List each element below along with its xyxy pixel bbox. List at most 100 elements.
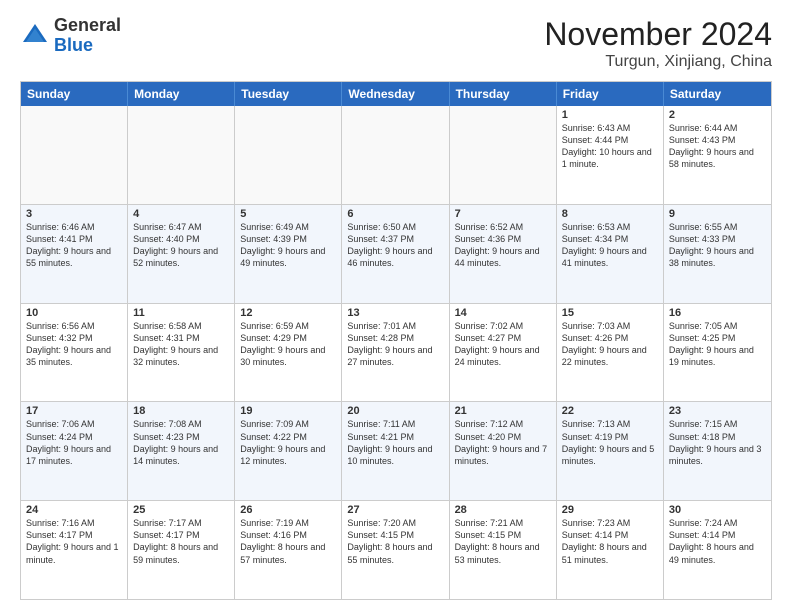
day-num-1-1: 4 xyxy=(133,208,229,220)
cal-cell-2-0: 10Sunrise: 6:56 AM Sunset: 4:32 PM Dayli… xyxy=(21,304,128,402)
day-num-2-1: 11 xyxy=(133,307,229,319)
cal-row-0: 1Sunrise: 6:43 AM Sunset: 4:44 PM Daylig… xyxy=(21,106,771,204)
cell-info-1-0: Sunrise: 6:46 AM Sunset: 4:41 PM Dayligh… xyxy=(26,221,122,270)
day-num-4-6: 30 xyxy=(669,504,766,516)
day-num-2-2: 12 xyxy=(240,307,336,319)
day-num-3-0: 17 xyxy=(26,405,122,417)
header-thursday: Thursday xyxy=(450,82,557,106)
cal-cell-4-2: 26Sunrise: 7:19 AM Sunset: 4:16 PM Dayli… xyxy=(235,501,342,599)
cal-cell-1-1: 4Sunrise: 6:47 AM Sunset: 4:40 PM Daylig… xyxy=(128,205,235,303)
month-title: November 2024 xyxy=(544,16,772,53)
header-tuesday: Tuesday xyxy=(235,82,342,106)
cell-info-1-5: Sunrise: 6:53 AM Sunset: 4:34 PM Dayligh… xyxy=(562,221,658,270)
cell-info-3-2: Sunrise: 7:09 AM Sunset: 4:22 PM Dayligh… xyxy=(240,418,336,467)
cal-cell-1-6: 9Sunrise: 6:55 AM Sunset: 4:33 PM Daylig… xyxy=(664,205,771,303)
cal-cell-3-4: 21Sunrise: 7:12 AM Sunset: 4:20 PM Dayli… xyxy=(450,402,557,500)
title-block: November 2024 Turgun, Xinjiang, China xyxy=(544,16,772,71)
day-num-4-3: 27 xyxy=(347,504,443,516)
day-num-1-3: 6 xyxy=(347,208,443,220)
cal-cell-3-3: 20Sunrise: 7:11 AM Sunset: 4:21 PM Dayli… xyxy=(342,402,449,500)
day-num-3-2: 19 xyxy=(240,405,336,417)
logo: General Blue xyxy=(20,16,121,56)
day-num-1-4: 7 xyxy=(455,208,551,220)
logo-general: General xyxy=(54,15,121,35)
cal-cell-3-1: 18Sunrise: 7:08 AM Sunset: 4:23 PM Dayli… xyxy=(128,402,235,500)
day-num-4-4: 28 xyxy=(455,504,551,516)
location: Turgun, Xinjiang, China xyxy=(544,53,772,71)
day-num-1-5: 8 xyxy=(562,208,658,220)
day-num-3-1: 18 xyxy=(133,405,229,417)
cal-row-3: 17Sunrise: 7:06 AM Sunset: 4:24 PM Dayli… xyxy=(21,401,771,500)
header-wednesday: Wednesday xyxy=(342,82,449,106)
cal-row-4: 24Sunrise: 7:16 AM Sunset: 4:17 PM Dayli… xyxy=(21,500,771,599)
cell-info-3-4: Sunrise: 7:12 AM Sunset: 4:20 PM Dayligh… xyxy=(455,418,551,467)
cell-info-4-3: Sunrise: 7:20 AM Sunset: 4:15 PM Dayligh… xyxy=(347,517,443,566)
cell-info-4-4: Sunrise: 7:21 AM Sunset: 4:15 PM Dayligh… xyxy=(455,517,551,566)
day-num-1-6: 9 xyxy=(669,208,766,220)
cal-cell-0-2 xyxy=(235,106,342,204)
day-num-2-3: 13 xyxy=(347,307,443,319)
cal-cell-1-0: 3Sunrise: 6:46 AM Sunset: 4:41 PM Daylig… xyxy=(21,205,128,303)
cal-cell-0-4 xyxy=(450,106,557,204)
cal-cell-0-6: 2Sunrise: 6:44 AM Sunset: 4:43 PM Daylig… xyxy=(664,106,771,204)
day-num-3-3: 20 xyxy=(347,405,443,417)
cal-cell-0-0 xyxy=(21,106,128,204)
day-num-4-1: 25 xyxy=(133,504,229,516)
cal-cell-2-2: 12Sunrise: 6:59 AM Sunset: 4:29 PM Dayli… xyxy=(235,304,342,402)
day-num-2-0: 10 xyxy=(26,307,122,319)
cal-cell-4-3: 27Sunrise: 7:20 AM Sunset: 4:15 PM Dayli… xyxy=(342,501,449,599)
cell-info-1-3: Sunrise: 6:50 AM Sunset: 4:37 PM Dayligh… xyxy=(347,221,443,270)
page: General Blue November 2024 Turgun, Xinji… xyxy=(0,0,792,612)
cell-info-1-1: Sunrise: 6:47 AM Sunset: 4:40 PM Dayligh… xyxy=(133,221,229,270)
logo-icon xyxy=(20,21,50,51)
day-num-0-5: 1 xyxy=(562,109,658,121)
day-num-4-0: 24 xyxy=(26,504,122,516)
cell-info-4-2: Sunrise: 7:19 AM Sunset: 4:16 PM Dayligh… xyxy=(240,517,336,566)
day-num-0-6: 2 xyxy=(669,109,766,121)
cal-cell-3-6: 23Sunrise: 7:15 AM Sunset: 4:18 PM Dayli… xyxy=(664,402,771,500)
cal-cell-1-5: 8Sunrise: 6:53 AM Sunset: 4:34 PM Daylig… xyxy=(557,205,664,303)
cell-info-2-5: Sunrise: 7:03 AM Sunset: 4:26 PM Dayligh… xyxy=(562,320,658,369)
cal-cell-3-0: 17Sunrise: 7:06 AM Sunset: 4:24 PM Dayli… xyxy=(21,402,128,500)
logo-blue: Blue xyxy=(54,35,93,55)
cell-info-3-6: Sunrise: 7:15 AM Sunset: 4:18 PM Dayligh… xyxy=(669,418,766,467)
day-num-1-0: 3 xyxy=(26,208,122,220)
cal-cell-1-2: 5Sunrise: 6:49 AM Sunset: 4:39 PM Daylig… xyxy=(235,205,342,303)
cell-info-3-0: Sunrise: 7:06 AM Sunset: 4:24 PM Dayligh… xyxy=(26,418,122,467)
cal-cell-4-5: 29Sunrise: 7:23 AM Sunset: 4:14 PM Dayli… xyxy=(557,501,664,599)
cal-row-1: 3Sunrise: 6:46 AM Sunset: 4:41 PM Daylig… xyxy=(21,204,771,303)
cal-row-2: 10Sunrise: 6:56 AM Sunset: 4:32 PM Dayli… xyxy=(21,303,771,402)
cal-cell-0-5: 1Sunrise: 6:43 AM Sunset: 4:44 PM Daylig… xyxy=(557,106,664,204)
cell-info-4-5: Sunrise: 7:23 AM Sunset: 4:14 PM Dayligh… xyxy=(562,517,658,566)
calendar-header: Sunday Monday Tuesday Wednesday Thursday… xyxy=(21,82,771,106)
logo-text: General Blue xyxy=(54,16,121,56)
day-num-3-5: 22 xyxy=(562,405,658,417)
cal-cell-3-5: 22Sunrise: 7:13 AM Sunset: 4:19 PM Dayli… xyxy=(557,402,664,500)
cell-info-2-1: Sunrise: 6:58 AM Sunset: 4:31 PM Dayligh… xyxy=(133,320,229,369)
cal-cell-2-4: 14Sunrise: 7:02 AM Sunset: 4:27 PM Dayli… xyxy=(450,304,557,402)
day-num-4-2: 26 xyxy=(240,504,336,516)
cell-info-1-6: Sunrise: 6:55 AM Sunset: 4:33 PM Dayligh… xyxy=(669,221,766,270)
header-sunday: Sunday xyxy=(21,82,128,106)
header-monday: Monday xyxy=(128,82,235,106)
day-num-3-4: 21 xyxy=(455,405,551,417)
cal-cell-1-4: 7Sunrise: 6:52 AM Sunset: 4:36 PM Daylig… xyxy=(450,205,557,303)
day-num-4-5: 29 xyxy=(562,504,658,516)
cell-info-1-2: Sunrise: 6:49 AM Sunset: 4:39 PM Dayligh… xyxy=(240,221,336,270)
cal-cell-0-3 xyxy=(342,106,449,204)
cell-info-2-0: Sunrise: 6:56 AM Sunset: 4:32 PM Dayligh… xyxy=(26,320,122,369)
cal-cell-4-0: 24Sunrise: 7:16 AM Sunset: 4:17 PM Dayli… xyxy=(21,501,128,599)
cell-info-0-5: Sunrise: 6:43 AM Sunset: 4:44 PM Dayligh… xyxy=(562,122,658,171)
cal-cell-4-1: 25Sunrise: 7:17 AM Sunset: 4:17 PM Dayli… xyxy=(128,501,235,599)
cell-info-2-4: Sunrise: 7:02 AM Sunset: 4:27 PM Dayligh… xyxy=(455,320,551,369)
day-num-3-6: 23 xyxy=(669,405,766,417)
cal-cell-2-6: 16Sunrise: 7:05 AM Sunset: 4:25 PM Dayli… xyxy=(664,304,771,402)
day-num-1-2: 5 xyxy=(240,208,336,220)
day-num-2-6: 16 xyxy=(669,307,766,319)
cal-cell-2-5: 15Sunrise: 7:03 AM Sunset: 4:26 PM Dayli… xyxy=(557,304,664,402)
cell-info-4-1: Sunrise: 7:17 AM Sunset: 4:17 PM Dayligh… xyxy=(133,517,229,566)
header-saturday: Saturday xyxy=(664,82,771,106)
cell-info-2-2: Sunrise: 6:59 AM Sunset: 4:29 PM Dayligh… xyxy=(240,320,336,369)
cell-info-4-6: Sunrise: 7:24 AM Sunset: 4:14 PM Dayligh… xyxy=(669,517,766,566)
calendar: Sunday Monday Tuesday Wednesday Thursday… xyxy=(20,81,772,600)
